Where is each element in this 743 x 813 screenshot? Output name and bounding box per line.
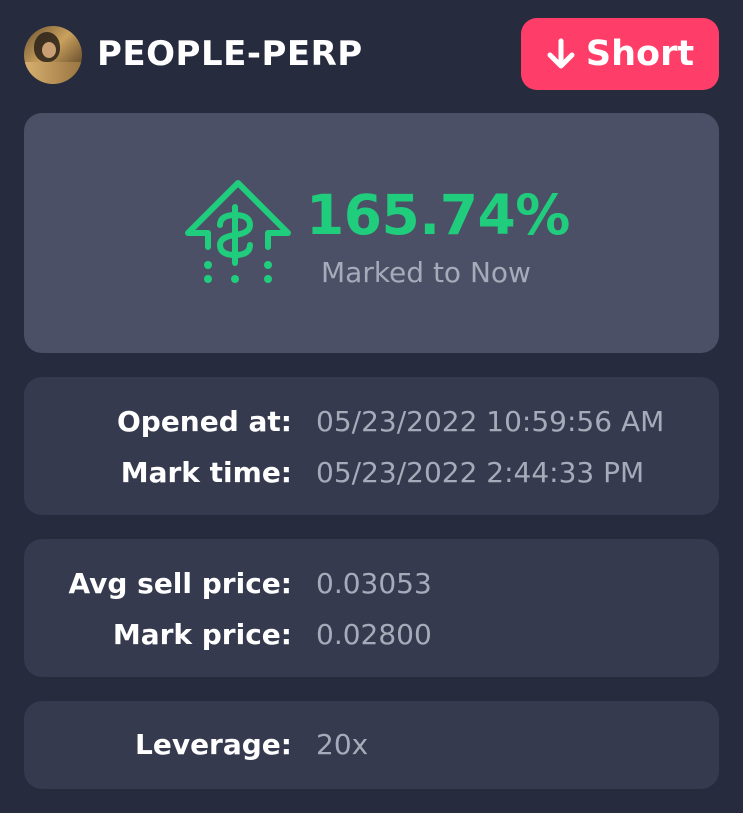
money-up-arrow-icon [185, 180, 291, 283]
arrow-down-icon [547, 38, 575, 69]
avg-sell-price-label: Avg sell price: [68, 567, 292, 600]
mark-price-value: 0.02800 [316, 618, 432, 651]
pnl-caption: Marked to Now [321, 256, 531, 289]
position-header: PEOPLE-PERP Short [24, 18, 719, 90]
short-button[interactable]: Short [521, 18, 719, 90]
leverage-row: Leverage: 20x [24, 725, 719, 765]
times-card: Opened at: 05/23/2022 10:59:56 AM Mark t… [24, 377, 719, 515]
avatar [24, 26, 82, 84]
mark-price-row: Mark price: 0.02800 [24, 615, 719, 655]
opened-at-row: Opened at: 05/23/2022 10:59:56 AM [24, 402, 719, 442]
mark-price-label: Mark price: [112, 618, 292, 651]
short-button-label: Short [585, 34, 695, 74]
leverage-label: Leverage: [134, 728, 292, 761]
leverage-card: Leverage: 20x [24, 701, 719, 789]
leverage-value: 20x [316, 728, 369, 761]
pnl-percentage: 165.74% [306, 183, 570, 247]
avg-sell-price-row: Avg sell price: 0.03053 [24, 564, 719, 604]
pnl-card: 165.74% Marked to Now [24, 113, 719, 353]
opened-at-value: 05/23/2022 10:59:56 AM [316, 405, 665, 438]
opened-at-label: Opened at: [116, 405, 292, 438]
prices-card: Avg sell price: 0.03053 Mark price: 0.02… [24, 539, 719, 677]
pair-title: PEOPLE-PERP [97, 34, 363, 74]
avg-sell-price-value: 0.03053 [316, 567, 432, 600]
mark-time-label: Mark time: [120, 456, 292, 489]
mark-time-row: Mark time: 05/23/2022 2:44:33 PM [24, 453, 719, 493]
mark-time-value: 05/23/2022 2:44:33 PM [316, 456, 645, 489]
